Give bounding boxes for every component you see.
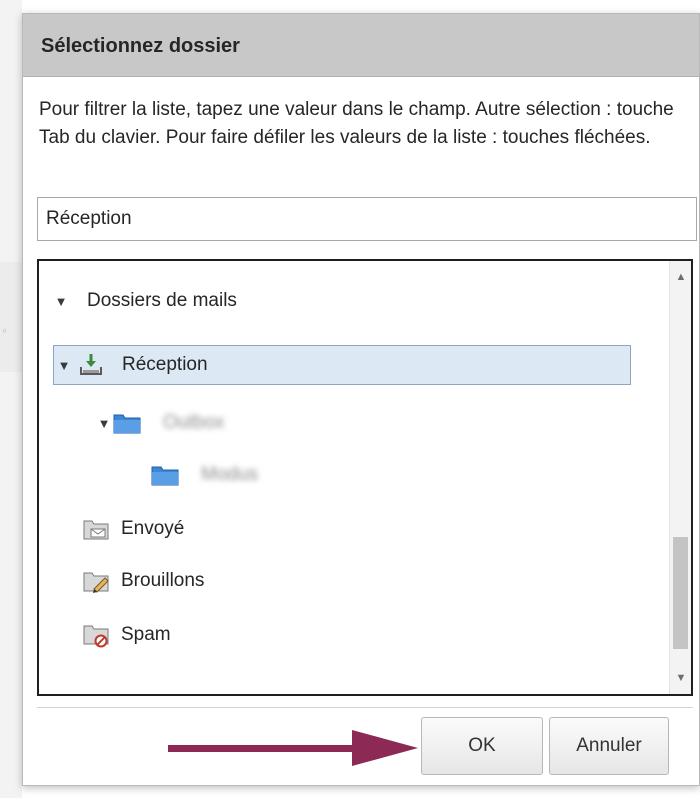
tree-item-modus[interactable]: Modus xyxy=(151,455,258,495)
background-strip xyxy=(0,262,22,372)
spam-folder-icon xyxy=(83,622,109,648)
background-page xyxy=(0,0,22,798)
tree-item-sent[interactable]: Envoyé xyxy=(83,509,184,549)
tree-item-label: Modus xyxy=(201,464,259,485)
collapse-caret-icon[interactable]: ▼ xyxy=(54,358,74,373)
drafts-folder-icon xyxy=(83,569,109,593)
folder-filter-input[interactable] xyxy=(37,197,697,241)
ok-button[interactable]: OK xyxy=(421,717,543,775)
scrollbar-thumb[interactable] xyxy=(673,537,688,649)
tree-item-label: Réception xyxy=(122,354,208,375)
inbox-download-icon xyxy=(78,352,104,378)
dialog-titlebar: Sélectionnez dossier xyxy=(23,14,699,77)
pointer-arrow-icon xyxy=(168,730,418,766)
footer-divider xyxy=(37,707,693,708)
collapse-caret-icon[interactable]: ▼ xyxy=(97,416,111,431)
cancel-button[interactable]: Annuler xyxy=(549,717,669,775)
tree-root-mail-folders[interactable]: ▼ Dossiers de mails xyxy=(51,281,237,321)
background-glyph-icon: ◦ xyxy=(2,322,7,338)
collapse-caret-icon[interactable]: ▼ xyxy=(51,294,71,309)
dialog-title: Sélectionnez dossier xyxy=(41,35,240,57)
tree-item-drafts[interactable]: Brouillons xyxy=(83,561,204,601)
tree-scrollbar[interactable]: ▲ ▼ xyxy=(669,261,691,694)
dialog-instructions: Pour filtrer la liste, tapez une valeur … xyxy=(39,99,674,148)
select-folder-dialog: Sélectionnez dossier Pour filtrer la lis… xyxy=(22,13,700,786)
tree-item-label: Outbox xyxy=(163,412,225,433)
scroll-up-arrow-icon[interactable]: ▲ xyxy=(670,267,691,287)
tree-item-label: Spam xyxy=(121,624,171,645)
folder-tree: ▼ Dossiers de mails ▼ Réception ▼ Outbox… xyxy=(37,259,693,696)
folder-icon xyxy=(113,412,141,434)
tree-item-spam[interactable]: Spam xyxy=(83,615,171,655)
tree-root-label: Dossiers de mails xyxy=(87,290,237,311)
folder-icon xyxy=(151,464,179,486)
tree-item-outbox[interactable]: ▼ Outbox xyxy=(97,403,224,443)
tree-item-reception[interactable]: ▼ Réception xyxy=(53,345,631,385)
scroll-down-arrow-icon[interactable]: ▼ xyxy=(670,668,691,688)
tree-item-label: Envoyé xyxy=(121,518,185,539)
tree-item-label: Brouillons xyxy=(121,570,205,591)
sent-folder-icon xyxy=(83,517,109,541)
